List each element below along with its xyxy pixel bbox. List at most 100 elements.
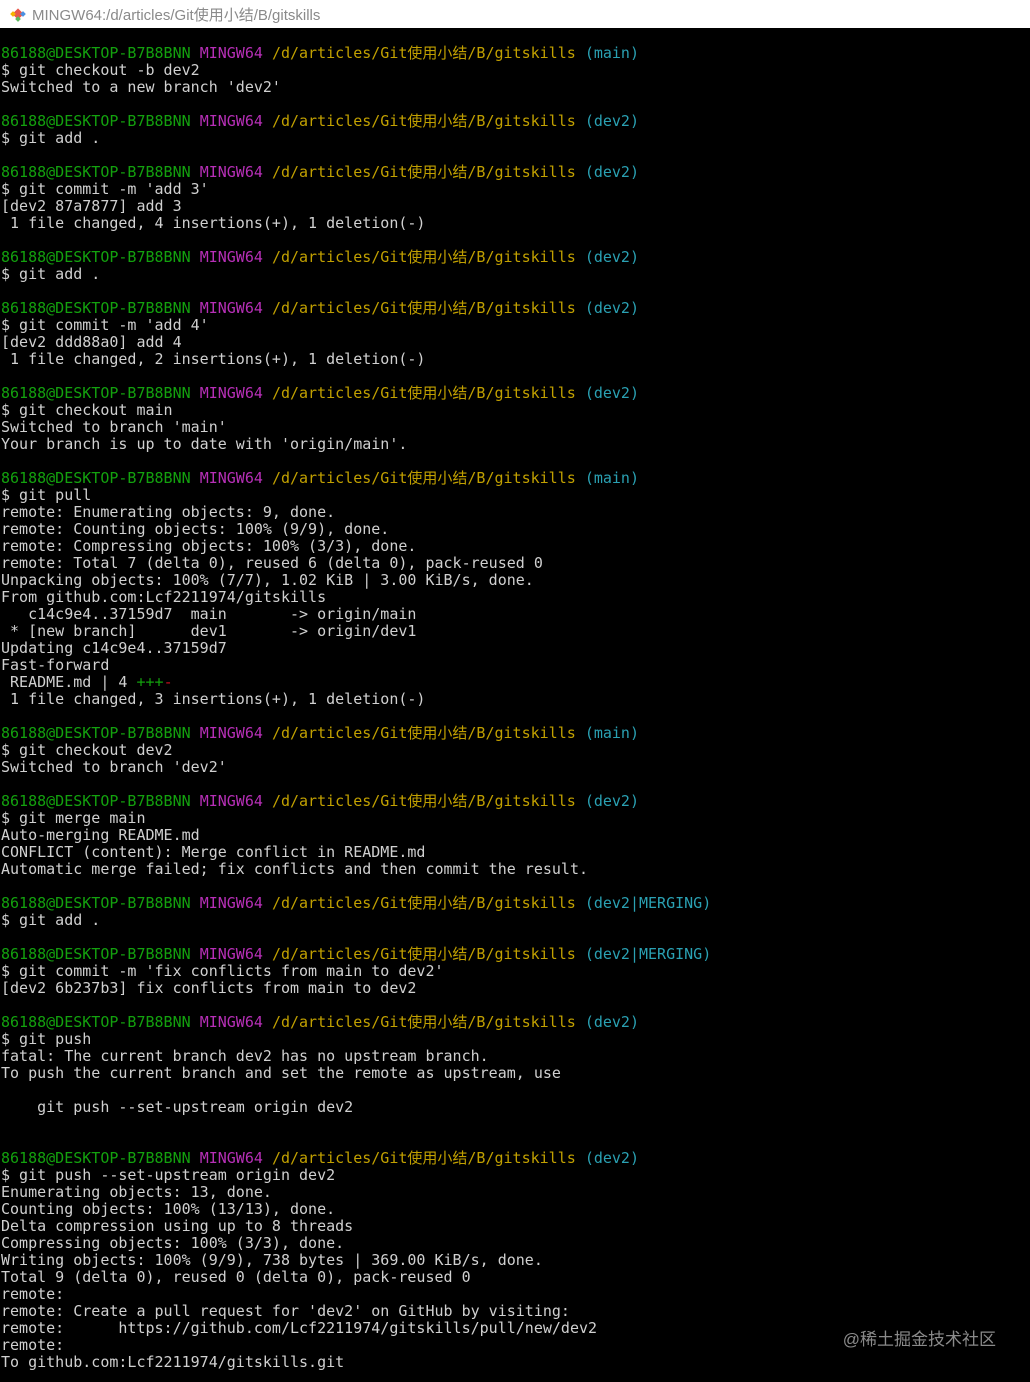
prompt-line: 86188@DESKTOP-B7B8BNN MINGW64 /d/article… — [1, 470, 1030, 487]
prompt-env: MINGW64 — [199, 945, 263, 963]
line-text: remote: Enumerating objects: 9, done. — [1, 503, 336, 521]
line-text: $ git commit -m 'fix conflicts from main… — [1, 962, 444, 980]
prompt-branch: (main) — [584, 724, 639, 742]
prompt-path: /d/articles/Git使用小结/B/gitskills — [271, 469, 576, 487]
output-line: Switched to branch 'dev2' — [1, 759, 1030, 776]
prompt-path: /d/articles/Git使用小结/B/gitskills — [271, 44, 576, 62]
prompt-branch: (main) — [584, 44, 639, 62]
prompt-line: 86188@DESKTOP-B7B8BNN MINGW64 /d/article… — [1, 164, 1030, 181]
output-line: remote: — [1, 1286, 1030, 1303]
prompt-path: /d/articles/Git使用小结/B/gitskills — [271, 248, 576, 266]
prompt-user: 86188@DESKTOP-B7B8BNN — [1, 299, 191, 317]
output-line: To github.com:Lcf2211974/gitskills.git — [1, 1354, 1030, 1371]
command-line: $ git push — [1, 1031, 1030, 1048]
line-text: 1 file changed, 2 insertions(+), 1 delet… — [1, 350, 426, 368]
prompt-user: 86188@DESKTOP-B7B8BNN — [1, 1149, 191, 1167]
line-text: Switched to branch 'dev2' — [1, 758, 227, 776]
terminal-output[interactable]: 86188@DESKTOP-B7B8BNN MINGW64 /d/article… — [1, 45, 1030, 1371]
prompt-user: 86188@DESKTOP-B7B8BNN — [1, 44, 191, 62]
output-line: fatal: The current branch dev2 has no up… — [1, 1048, 1030, 1065]
prompt-line: 86188@DESKTOP-B7B8BNN MINGW64 /d/article… — [1, 385, 1030, 402]
line-text: Auto-merging README.md — [1, 826, 200, 844]
line-text: Switched to branch 'main' — [1, 418, 227, 436]
line-text: Updating c14c9e4..37159d7 — [1, 639, 227, 657]
prompt-path: /d/articles/Git使用小结/B/gitskills — [271, 112, 576, 130]
prompt-user: 86188@DESKTOP-B7B8BNN — [1, 112, 191, 130]
output-line: Unpacking objects: 100% (7/7), 1.02 KiB … — [1, 572, 1030, 589]
prompt-env: MINGW64 — [199, 469, 263, 487]
line-text: Automatic merge failed; fix conflicts an… — [1, 860, 588, 878]
command-line: $ git checkout -b dev2 — [1, 62, 1030, 79]
line-text: Compressing objects: 100% (3/3), done. — [1, 1234, 345, 1252]
prompt-path: /d/articles/Git使用小结/B/gitskills — [271, 894, 576, 912]
prompt-branch: (dev2|MERGING) — [584, 894, 712, 912]
line-text: 1 file changed, 3 insertions(+), 1 delet… — [1, 690, 426, 708]
line-text: [dev2 ddd88a0] add 4 — [1, 333, 182, 351]
output-line: To push the current branch and set the r… — [1, 1065, 1030, 1082]
command-line: $ git pull — [1, 487, 1030, 504]
output-line: * [new branch] dev1 -> origin/dev1 — [1, 623, 1030, 640]
prompt-line: 86188@DESKTOP-B7B8BNN MINGW64 /d/article… — [1, 946, 1030, 963]
line-text: $ git commit -m 'add 4' — [1, 316, 209, 334]
prompt-user: 86188@DESKTOP-B7B8BNN — [1, 894, 191, 912]
prompt-line: 86188@DESKTOP-B7B8BNN MINGW64 /d/article… — [1, 1150, 1030, 1167]
line-text: c14c9e4..37159d7 main -> origin/main — [1, 605, 417, 623]
line-text: $ git push — [1, 1030, 92, 1048]
output-line: Writing objects: 100% (9/9), 738 bytes |… — [1, 1252, 1030, 1269]
diffstat-additions: +++ — [136, 673, 164, 691]
line-text: Delta compression using up to 8 threads — [1, 1217, 354, 1235]
prompt-path: /d/articles/Git使用小结/B/gitskills — [271, 1013, 576, 1031]
prompt-user: 86188@DESKTOP-B7B8BNN — [1, 469, 191, 487]
output-line: Total 9 (delta 0), reused 0 (delta 0), p… — [1, 1269, 1030, 1286]
output-line: Switched to a new branch 'dev2' — [1, 79, 1030, 96]
output-line: Compressing objects: 100% (3/3), done. — [1, 1235, 1030, 1252]
line-text: remote: Counting objects: 100% (9/9), do… — [1, 520, 390, 538]
command-line: $ git commit -m 'fix conflicts from main… — [1, 963, 1030, 980]
output-line: Switched to branch 'main' — [1, 419, 1030, 436]
prompt-user: 86188@DESKTOP-B7B8BNN — [1, 945, 191, 963]
diffstat-deletions: - — [163, 673, 173, 691]
command-line: $ git checkout main — [1, 402, 1030, 419]
prompt-branch: (dev2|MERGING) — [584, 945, 712, 963]
prompt-branch: (dev2) — [584, 248, 639, 266]
output-line: [dev2 87a7877] add 3 — [1, 198, 1030, 215]
line-text: $ git checkout dev2 — [1, 741, 173, 759]
window-title: MINGW64:/d/articles/Git使用小结/B/gitskills — [32, 6, 321, 24]
prompt-env: MINGW64 — [199, 44, 263, 62]
line-text: Enumerating objects: 13, done. — [1, 1183, 272, 1201]
output-line: README.md | 4 +++- — [1, 674, 1030, 691]
output-line: Your branch is up to date with 'origin/m… — [1, 436, 1030, 453]
output-line: Counting objects: 100% (13/13), done. — [1, 1201, 1030, 1218]
prompt-path: /d/articles/Git使用小结/B/gitskills — [271, 384, 576, 402]
line-text: remote: Compressing objects: 100% (3/3),… — [1, 537, 417, 555]
prompt-path: /d/articles/Git使用小结/B/gitskills — [271, 1149, 576, 1167]
prompt-env: MINGW64 — [199, 112, 263, 130]
output-line: [dev2 6b237b3] fix conflicts from main t… — [1, 980, 1030, 997]
output-line: Fast-forward — [1, 657, 1030, 674]
prompt-env: MINGW64 — [199, 163, 263, 181]
prompt-path: /d/articles/Git使用小结/B/gitskills — [271, 299, 576, 317]
line-text: $ git merge main — [1, 809, 146, 827]
line-text: $ git add . — [1, 265, 101, 283]
prompt-path: /d/articles/Git使用小结/B/gitskills — [271, 945, 576, 963]
prompt-user: 86188@DESKTOP-B7B8BNN — [1, 792, 191, 810]
prompt-env: MINGW64 — [199, 384, 263, 402]
output-line: 1 file changed, 3 insertions(+), 1 delet… — [1, 691, 1030, 708]
prompt-line: 86188@DESKTOP-B7B8BNN MINGW64 /d/article… — [1, 300, 1030, 317]
output-line: remote: Counting objects: 100% (9/9), do… — [1, 521, 1030, 538]
output-line: remote: Enumerating objects: 9, done. — [1, 504, 1030, 521]
output-line: git push --set-upstream origin dev2 — [1, 1099, 1030, 1116]
line-text: $ git pull — [1, 486, 92, 504]
watermark: @稀土掘金技术社区 — [842, 1330, 996, 1349]
output-line: 1 file changed, 2 insertions(+), 1 delet… — [1, 351, 1030, 368]
output-line: Automatic merge failed; fix conflicts an… — [1, 861, 1030, 878]
line-text: $ git push --set-upstream origin dev2 — [1, 1166, 336, 1184]
